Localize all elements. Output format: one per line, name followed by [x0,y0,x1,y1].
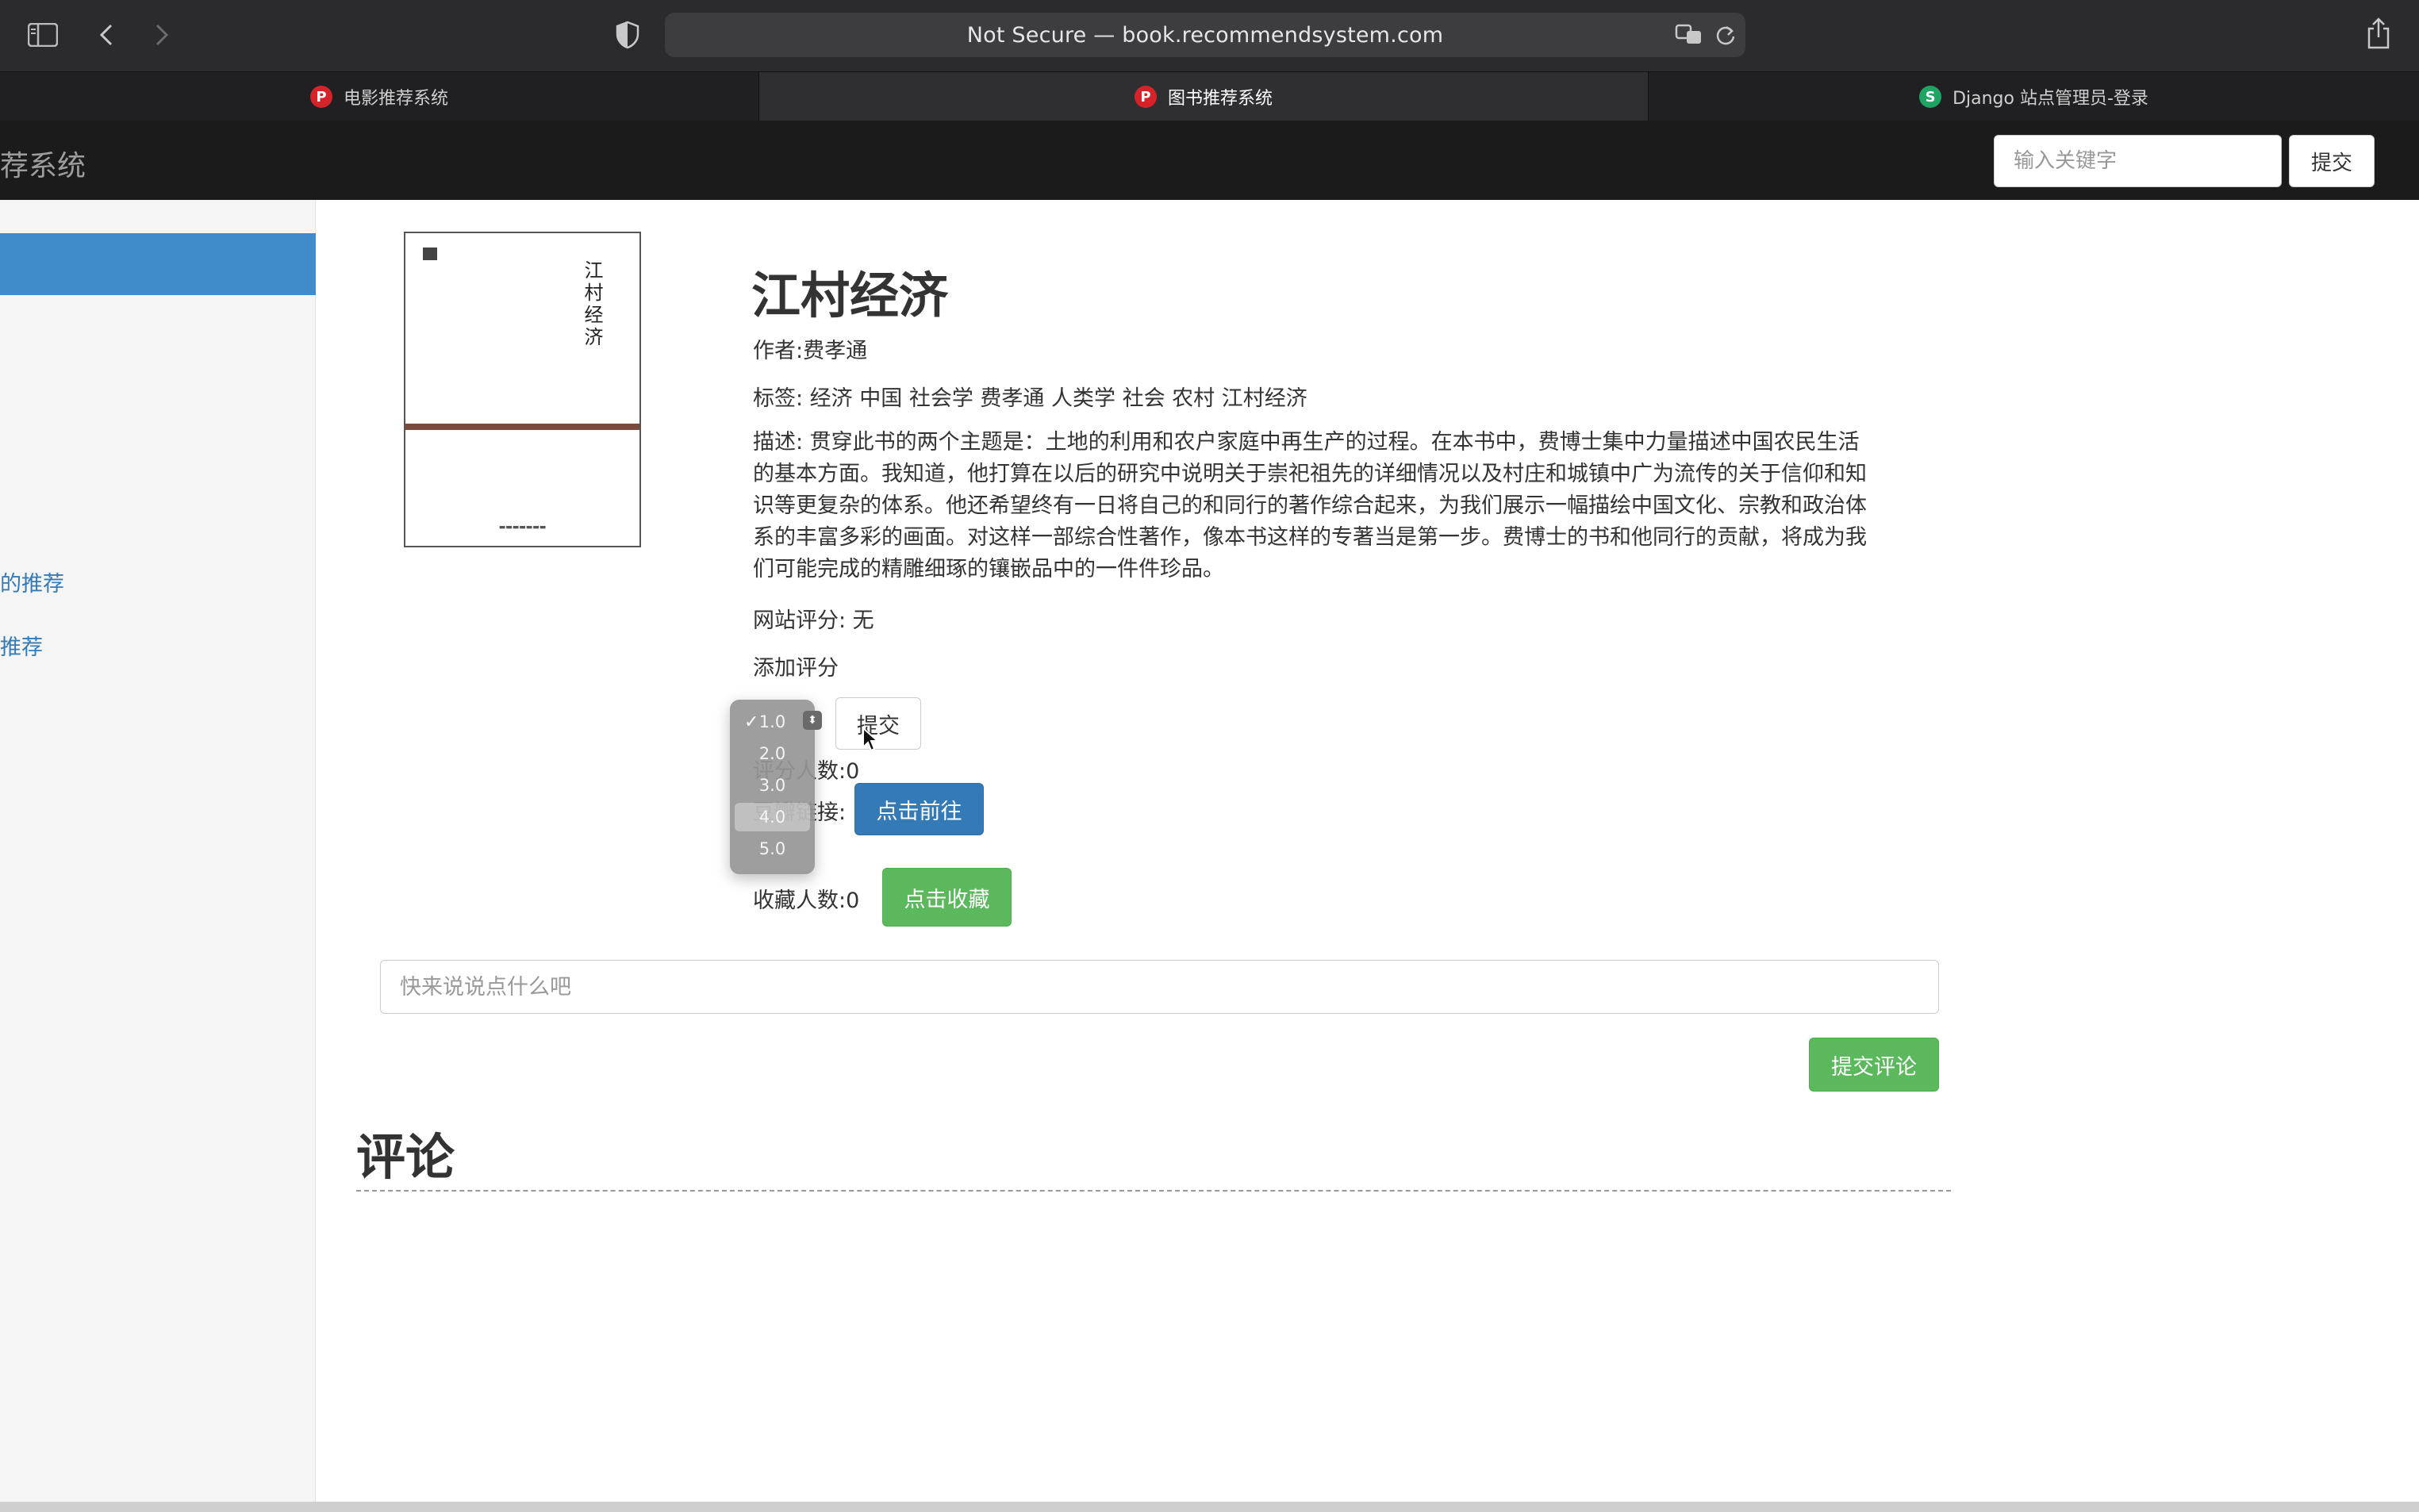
mouse-cursor-icon [862,726,880,755]
tab-favicon: S [1919,86,1942,108]
rating-option[interactable]: 3.0 [735,771,810,800]
reload-icon[interactable] [1714,21,1737,49]
douban-go-button[interactable]: 点击前往 [854,783,984,835]
sidebar-item-recommend[interactable]: 推荐 [0,630,43,661]
select-arrows-icon: ⬍ [803,711,822,730]
comments-heading: 评论 [356,1128,455,1186]
book-cover-image: 江村经济 ▬▬▬▬▬▬▬ [404,232,641,547]
cover-publisher-mark: ▬▬▬▬▬▬▬ [498,524,547,532]
publisher-logo [423,248,437,260]
address-bar[interactable]: Not Secure — book.recommendsystem.com [665,13,1745,57]
back-icon[interactable] [94,19,119,51]
search-submit-button[interactable]: 提交 [2289,135,2375,187]
submit-comment-button[interactable]: 提交评论 [1809,1038,1939,1092]
book-author: 作者:费孝通 [753,339,868,363]
book-description: 描述: 贯穿此书的两个主题是：土地的利用和农户家庭中再生产的过程。在本书中，费博… [753,430,1867,581]
collect-button[interactable]: 点击收藏 [882,868,1012,927]
book-title: 江村经济 [751,267,949,324]
add-rating-label: 添加评分 [753,656,839,681]
tab-django-admin[interactable]: S Django 站点管理员-登录 [1649,72,2419,121]
share-icon[interactable] [2364,16,2393,51]
tab-label: Django 站点管理员-登录 [1952,89,2148,109]
sidebar: 的推荐 推荐 [0,200,316,1512]
tab-label: 图书推荐系统 [1167,89,1273,109]
search-input[interactable] [1994,135,2282,187]
tab-movie-recommend[interactable]: P 电影推荐系统 [0,72,759,121]
tab-favicon: P [309,86,332,108]
rating-select-dropdown[interactable]: ✓ 1.0 ⬍ 2.0 3.0 4.0 5.0 [730,700,822,874]
comment-input[interactable] [380,960,1939,1014]
site-rating: 网站评分: 无 [753,608,874,633]
site-navbar: 荐系统 提交 [0,121,2419,200]
book-tags: 标签: 经济 中国 社会学 费孝通 人类学 社会 农村 江村经济 [753,386,1307,411]
shield-icon[interactable] [614,19,641,51]
site-brand[interactable]: 荐系统 [0,143,86,184]
translate-icon[interactable] [1674,21,1704,49]
url-text: Not Secure — book.recommendsystem.com [966,22,1444,48]
cover-band [405,424,639,430]
rating-option[interactable]: 1.0 [735,708,810,736]
bottom-edge [0,1502,2419,1512]
sidebar-item-active[interactable] [0,233,316,295]
cover-title: 江村经济 [581,260,603,349]
collect-count: 收藏人数:0 [753,888,860,913]
forward-icon[interactable] [149,19,175,51]
rating-option[interactable]: 5.0 [735,835,810,863]
comments-divider [356,1190,1951,1192]
tab-favicon: P [1134,86,1157,108]
browser-toolbar: Not Secure — book.recommendsystem.com [0,0,2419,71]
sidebar-icon[interactable] [27,19,59,51]
tab-book-recommend[interactable]: P 图书推荐系统 [759,72,1649,121]
tab-strip: P 电影推荐系统 P 图书推荐系统 S Django 站点管理员-登录 [0,71,2419,121]
rating-option-hovered[interactable]: 4.0 [735,803,810,831]
tab-label: 电影推荐系统 [343,89,448,109]
rating-option[interactable]: 2.0 [735,739,810,768]
sidebar-item-recommend-for-you[interactable]: 的推荐 [0,566,64,597]
